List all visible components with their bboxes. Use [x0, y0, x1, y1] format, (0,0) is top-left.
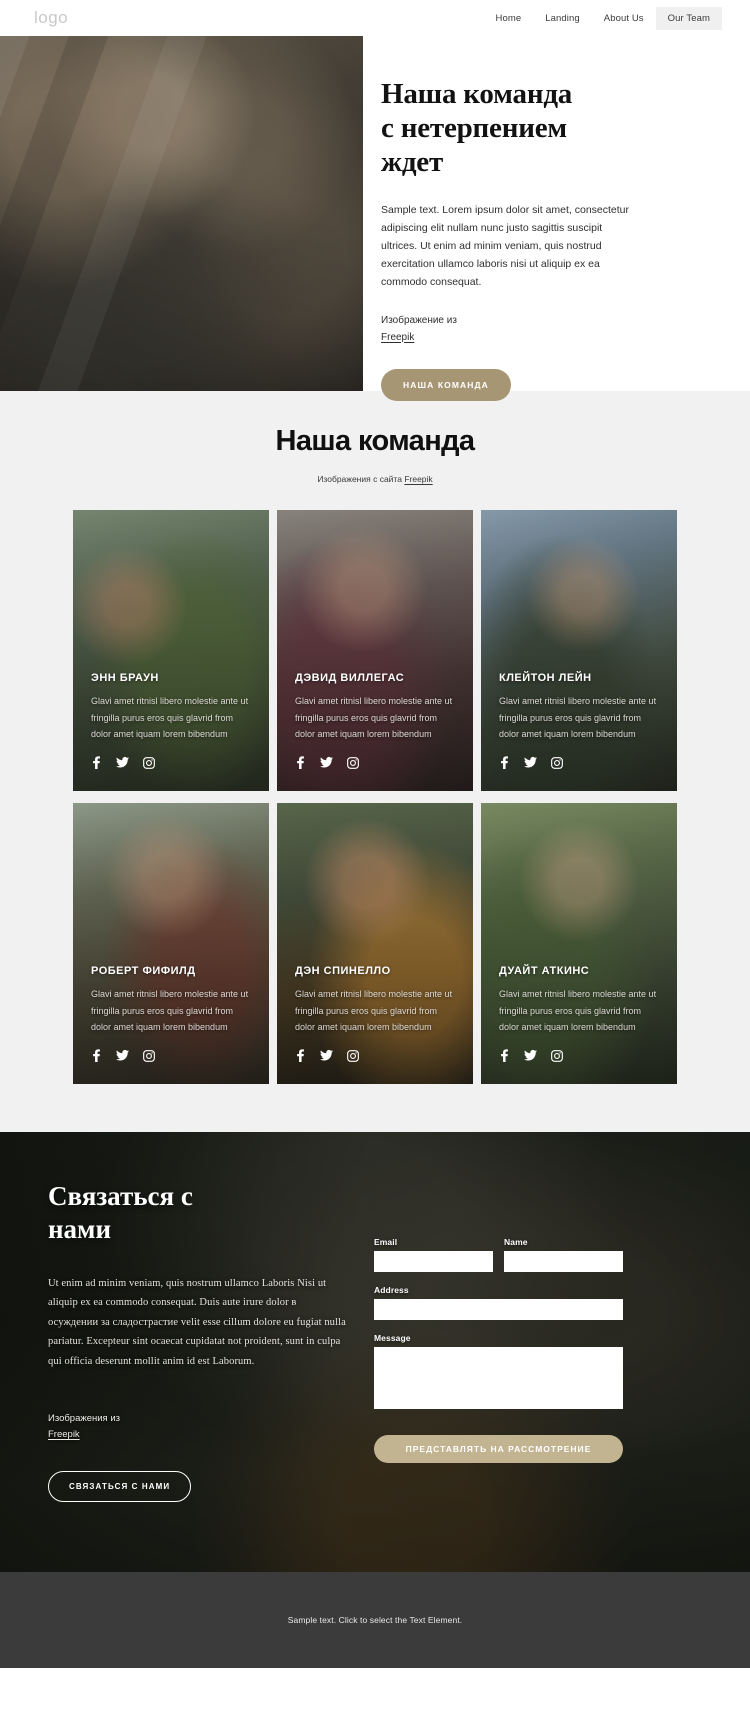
- address-field-group: Address: [374, 1285, 623, 1320]
- site-footer: Sample text. Click to select the Text El…: [0, 1572, 750, 1668]
- team-subtitle-prefix: Изображения с сайта: [317, 474, 405, 484]
- name-field-group: Name: [504, 1237, 623, 1272]
- team-member-name: КЛЕЙТОН ЛЕЙН: [499, 672, 592, 685]
- hero-title: Наша команда с нетерпением ждет: [381, 78, 710, 180]
- facebook-icon[interactable]: [91, 756, 102, 769]
- team-section-subtitle: Изображения с сайта Freepik: [0, 474, 750, 484]
- team-card[interactable]: ЭНН БРАУН Glavi amet ritnisl libero mole…: [73, 510, 269, 791]
- contact-title-line1: Связаться с: [48, 1181, 193, 1211]
- social-links: [91, 756, 251, 769]
- team-card[interactable]: ДЭВИД ВИЛЛЕГАС Glavi amet ritnisl libero…: [277, 510, 473, 791]
- social-links: [295, 756, 455, 769]
- nav-item-home[interactable]: Home: [484, 7, 534, 30]
- team-subtitle-link[interactable]: Freepik: [404, 474, 432, 484]
- hero-title-line3: ждет: [381, 145, 444, 178]
- name-label: Name: [504, 1237, 528, 1247]
- form-row-message: Message: [374, 1333, 710, 1409]
- instagram-icon[interactable]: [143, 756, 155, 769]
- team-member-name: ДЭН СПИНЕЛЛО: [295, 965, 391, 978]
- contact-us-button[interactable]: СВЯЗАТЬСЯ С НАМИ: [48, 1471, 192, 1503]
- team-member-description: Glavi amet ritnisl libero molestie ante …: [295, 696, 453, 740]
- hero-credit-label: Изображение из: [381, 315, 457, 326]
- contact-title: Связаться с нами: [48, 1180, 348, 1246]
- message-textarea[interactable]: [374, 1347, 623, 1409]
- hero-image: [0, 36, 363, 391]
- contact-info: Связаться с нами Ut enim ad minim veniam…: [48, 1180, 348, 1572]
- team-member-name: ДЭВИД ВИЛЛЕГАС: [295, 672, 405, 685]
- team-member-name: ЭНН БРАУН: [91, 672, 159, 685]
- hero-section: Наша команда с нетерпением ждет Sample t…: [0, 36, 750, 401]
- contact-credit-link[interactable]: Freepik: [48, 1429, 80, 1440]
- form-row-address: Address: [374, 1285, 710, 1320]
- team-card[interactable]: ДЭН СПИНЕЛЛО Glavi amet ritnisl libero m…: [277, 803, 473, 1084]
- contact-section: Связаться с нами Ut enim ad minim veniam…: [0, 1132, 750, 1572]
- hero-content: Наша команда с нетерпением ждет Sample t…: [363, 36, 750, 401]
- team-member-description: Glavi amet ritnisl libero molestie ante …: [499, 989, 657, 1033]
- twitter-icon[interactable]: [524, 756, 537, 769]
- submit-button[interactable]: ПРЕДСТАВЛЯТЬ НА РАССМОТРЕНИЕ: [374, 1435, 623, 1463]
- site-logo[interactable]: logo: [34, 8, 68, 28]
- main-navigation: Home Landing About Us Our Team: [484, 6, 722, 30]
- facebook-icon[interactable]: [91, 1049, 102, 1062]
- team-member-name: РОБЕРТ ФИФИЛД: [91, 965, 196, 978]
- team-member-description: Glavi amet ritnisl libero molestie ante …: [91, 696, 249, 740]
- footer-text: Sample text. Click to select the Text El…: [287, 1615, 463, 1625]
- instagram-icon[interactable]: [347, 1049, 359, 1062]
- instagram-icon[interactable]: [551, 1049, 563, 1062]
- twitter-icon[interactable]: [116, 1049, 129, 1062]
- contact-credit-label: Изображения из: [48, 1412, 121, 1424]
- hero-cta-button[interactable]: НАША КОМАНДА: [381, 369, 511, 401]
- social-links: [499, 1049, 659, 1062]
- page-root: logo Home Landing About Us Our Team Наша…: [0, 0, 750, 1736]
- hero-title-line1: Наша команда: [381, 78, 573, 110]
- instagram-icon[interactable]: [143, 1049, 155, 1062]
- team-section: Наша команда Изображения с сайта Freepik…: [0, 391, 750, 1132]
- hero-credit: Изображение из Freepik: [381, 313, 710, 346]
- hero-credit-link[interactable]: Freepik: [381, 330, 414, 347]
- email-label: Email: [374, 1237, 398, 1247]
- team-member-description: Glavi amet ritnisl libero molestie ante …: [499, 696, 657, 740]
- hero-title-line2: с нетерпением: [381, 111, 567, 144]
- team-card[interactable]: ДУАЙТ АТКИНС Glavi amet ritnisl libero m…: [481, 803, 677, 1084]
- email-input[interactable]: [374, 1251, 493, 1272]
- team-grid: ЭНН БРАУН Glavi amet ritnisl libero mole…: [73, 510, 677, 1084]
- instagram-icon[interactable]: [347, 756, 359, 769]
- team-member-name: ДУАЙТ АТКИНС: [499, 965, 590, 978]
- facebook-icon[interactable]: [295, 756, 306, 769]
- contact-title-line2: нами: [48, 1213, 112, 1244]
- contact-paragraph: Ut enim ad minim veniam, quis nostrum ul…: [48, 1277, 346, 1367]
- social-links: [295, 1049, 455, 1062]
- team-member-description: Glavi amet ritnisl libero molestie ante …: [91, 989, 249, 1033]
- instagram-icon[interactable]: [551, 756, 563, 769]
- address-input[interactable]: [374, 1299, 623, 1320]
- team-card[interactable]: РОБЕРТ ФИФИЛД Glavi amet ritnisl libero …: [73, 803, 269, 1084]
- site-header: logo Home Landing About Us Our Team: [0, 0, 750, 36]
- team-card[interactable]: КЛЕЙТОН ЛЕЙН Glavi amet ritnisl libero m…: [481, 510, 677, 791]
- message-label: Message: [374, 1333, 411, 1343]
- message-field-group: Message: [374, 1333, 623, 1409]
- contact-form: Email Name Address Message ПРЕДСТАВЛЯТЬ …: [374, 1180, 710, 1572]
- social-links: [499, 756, 659, 769]
- contact-credit: Изображения из Freepik: [48, 1411, 348, 1443]
- hero-paragraph: Sample text. Lorem ipsum dolor sit amet,…: [381, 203, 630, 288]
- name-input[interactable]: [504, 1251, 623, 1272]
- nav-item-our-team[interactable]: Our Team: [655, 6, 722, 30]
- team-member-description: Glavi amet ritnisl libero molestie ante …: [295, 989, 453, 1033]
- team-section-title: Наша команда: [275, 425, 476, 457]
- twitter-icon[interactable]: [320, 1049, 333, 1062]
- nav-item-landing[interactable]: Landing: [533, 7, 592, 30]
- twitter-icon[interactable]: [320, 756, 333, 769]
- facebook-icon[interactable]: [295, 1049, 306, 1062]
- twitter-icon[interactable]: [116, 756, 129, 769]
- facebook-icon[interactable]: [499, 756, 510, 769]
- email-field-group: Email: [374, 1237, 493, 1272]
- form-row-email-name: Email Name: [374, 1237, 710, 1272]
- address-label: Address: [374, 1285, 409, 1295]
- facebook-icon[interactable]: [499, 1049, 510, 1062]
- twitter-icon[interactable]: [524, 1049, 537, 1062]
- social-links: [91, 1049, 251, 1062]
- nav-item-about-us[interactable]: About Us: [592, 7, 656, 30]
